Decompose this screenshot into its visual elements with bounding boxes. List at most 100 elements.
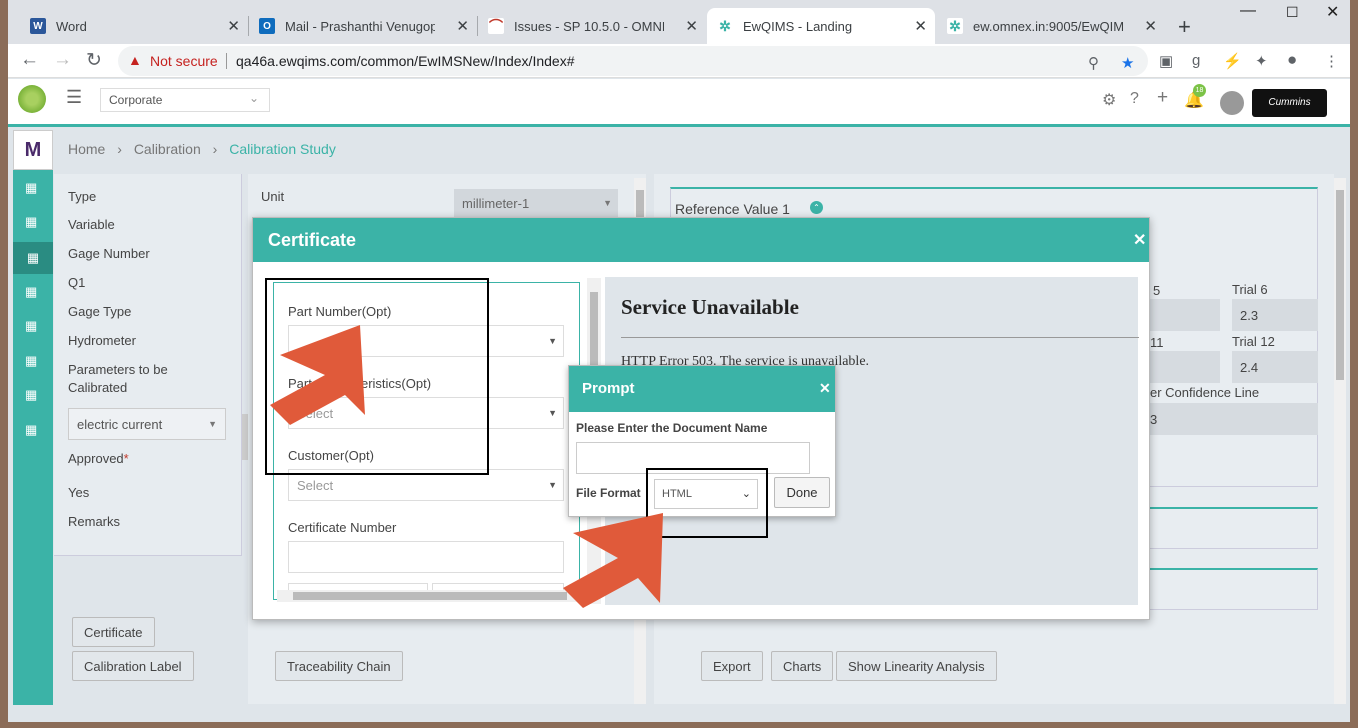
selenium-extension-icon[interactable]: ▣ [1159, 52, 1173, 70]
field-label: Gage Type [68, 304, 132, 319]
module-logo[interactable]: M [13, 130, 53, 170]
annotation-box [646, 468, 768, 538]
close-icon[interactable]: ✕ [1133, 230, 1146, 250]
traceability-chain-button[interactable]: Traceability Chain [275, 651, 403, 681]
parameter-value: electric current [77, 417, 163, 432]
back-icon[interactable]: ← [20, 49, 39, 71]
service-unavailable-title: Service Unavailable [621, 295, 799, 319]
close-icon[interactable]: ✕ [1144, 17, 1157, 35]
security-label[interactable]: Not secure [150, 53, 218, 69]
close-icon[interactable]: ✕ [819, 380, 831, 397]
calibration-label-button[interactable]: Calibration Label [72, 651, 194, 681]
reload-icon[interactable]: ↻ [86, 49, 102, 72]
breadcrumb-home[interactable]: Home [68, 141, 105, 157]
app-logo[interactable] [18, 85, 46, 113]
browser-menu-icon[interactable]: ⋮ [1324, 52, 1339, 70]
maximize-icon[interactable]: ☐ [1286, 4, 1299, 21]
unit-value: millimeter-1 [462, 196, 530, 211]
trial-5-label: 5 [1153, 283, 1161, 298]
trial-12-label: Trial 12 [1232, 334, 1275, 349]
tab-mail[interactable]: O Mail - Prashanthi Venugopal - Ou ✕ [249, 8, 477, 44]
trial-12-value[interactable]: 2.4 [1232, 351, 1318, 383]
pdf-extension-icon[interactable]: ⚡ [1223, 52, 1242, 70]
chevron-right-icon: › [117, 141, 122, 157]
approved-value: Yes [68, 485, 90, 500]
tab-ewqims-landing[interactable]: ✲ EwQIMS - Landing ✕ [707, 8, 935, 44]
close-icon[interactable]: ✕ [685, 17, 698, 35]
address-bar[interactable]: ▲ Not secure qa46a.ewqims.com/common/EwI… [118, 46, 1148, 76]
window-close-icon[interactable]: ✕ [1326, 2, 1339, 22]
trial-11-label: 11 [1150, 335, 1164, 350]
tab-title: ew.omnex.in:9005/EwQIMS_Ins [973, 18, 1123, 34]
field-label: Q1 [68, 275, 86, 290]
show-linearity-analysis-button[interactable]: Show Linearity Analysis [836, 651, 997, 681]
url-text[interactable]: qa46a.ewqims.com/common/EwIMSNew/Index/I… [236, 53, 574, 69]
right-scrollbar[interactable] [1334, 178, 1346, 704]
remarks-label: Remarks [68, 514, 121, 529]
extensions-puzzle-icon[interactable]: ✦ [1255, 52, 1268, 70]
prompt-header: Prompt [569, 366, 835, 412]
organization-select[interactable]: Corporate ⌄ [100, 88, 270, 112]
app-header: ☰ Corporate ⌄ ⚙ ? + 🔔 18 Cummins [8, 79, 1350, 127]
tab-title: Word [56, 18, 87, 34]
charts-button[interactable]: Charts [771, 651, 834, 681]
rail-item-icon[interactable]: ▦ [25, 214, 37, 230]
rail-item-icon[interactable]: ▦ [25, 180, 37, 196]
add-icon[interactable]: + [1157, 87, 1168, 109]
field-label: Type [68, 189, 97, 204]
left-rail: M ▦ ▦ ▦ ▦ ▦ ▦ ▦ ▦ [13, 130, 53, 722]
rail-item-icon[interactable]: ▦ [25, 318, 37, 334]
settings-gear-icon[interactable]: ⚙ [1102, 90, 1116, 110]
zoom-icon[interactable]: ⚲ [1088, 54, 1099, 72]
close-icon[interactable]: ✕ [456, 17, 469, 35]
select-placeholder: Select [297, 478, 334, 493]
rail-item-icon[interactable]: ▦ [25, 422, 37, 438]
caret-down-icon: ▼ [603, 198, 612, 208]
user-avatar[interactable] [1220, 91, 1244, 115]
trial-6-label: Trial 6 [1232, 282, 1268, 297]
forward-icon[interactable]: → [53, 49, 72, 71]
rail-item-icon[interactable]: ▦ [25, 353, 37, 369]
rail-item-active-icon[interactable]: ▦ [13, 242, 53, 274]
trial-11-value[interactable] [1150, 351, 1220, 383]
help-icon[interactable]: ? [1130, 90, 1139, 108]
browser-window: W Word ✕ O Mail - Prashanthi Venugopal -… [8, 0, 1350, 722]
grammarly-extension-icon[interactable]: g [1192, 52, 1200, 69]
omnex-issues-icon: ⌒ [488, 18, 504, 34]
close-icon[interactable]: ✕ [914, 17, 927, 35]
required-mark: * [123, 451, 129, 466]
parameter-select[interactable]: electric current ▼ [68, 408, 226, 440]
tab-word[interactable]: W Word ✕ [20, 8, 248, 44]
rail-item-icon[interactable]: ▦ [25, 284, 37, 300]
chevron-up-icon[interactable]: ⌃ [810, 201, 823, 214]
chevron-down-icon: ⌄ [248, 91, 259, 105]
certificate-number-label: Certificate Number [288, 520, 397, 535]
breadcrumb: Home › Calibration › Calibration Study [68, 141, 336, 157]
minimize-icon[interactable]: — [1240, 2, 1256, 20]
caret-down-icon: ▼ [548, 336, 557, 346]
profile-icon[interactable]: ● [1287, 50, 1297, 70]
certificate-button[interactable]: Certificate [72, 617, 155, 647]
approved-text: Approved [68, 451, 124, 466]
page-bottom [8, 705, 1350, 722]
done-button[interactable]: Done [774, 477, 830, 508]
confidence-line-value[interactable]: 3 [1150, 403, 1318, 435]
certificate-number-input[interactable] [288, 541, 564, 573]
bookmark-star-icon[interactable]: ★ [1121, 54, 1134, 72]
trial-6-value[interactable]: 2.3 [1232, 299, 1318, 331]
export-button[interactable]: Export [701, 651, 763, 681]
horizontal-scrollbar[interactable] [277, 590, 595, 602]
brand-logo: Cummins [1252, 89, 1327, 117]
rail-item-icon[interactable]: ▦ [25, 387, 37, 403]
divider [621, 337, 1139, 338]
new-tab-button[interactable]: + [1178, 14, 1191, 40]
unit-select[interactable]: millimeter-1 ▼ [454, 189, 618, 219]
tab-ewqims-ins[interactable]: ✲ ew.omnex.in:9005/EwQIMS_Ins ✕ [937, 8, 1165, 44]
hamburger-menu-icon[interactable]: ☰ [66, 87, 82, 108]
ewqims-icon: ✲ [717, 18, 733, 34]
breadcrumb-calibration[interactable]: Calibration [134, 141, 201, 157]
close-icon[interactable]: ✕ [227, 17, 240, 35]
tab-issues[interactable]: ⌒ Issues - SP 10.5.0 - OMNEX ISSU ✕ [478, 8, 706, 44]
trial-5-value[interactable] [1150, 299, 1220, 331]
tab-title: Mail - Prashanthi Venugopal - Ou [285, 18, 435, 34]
